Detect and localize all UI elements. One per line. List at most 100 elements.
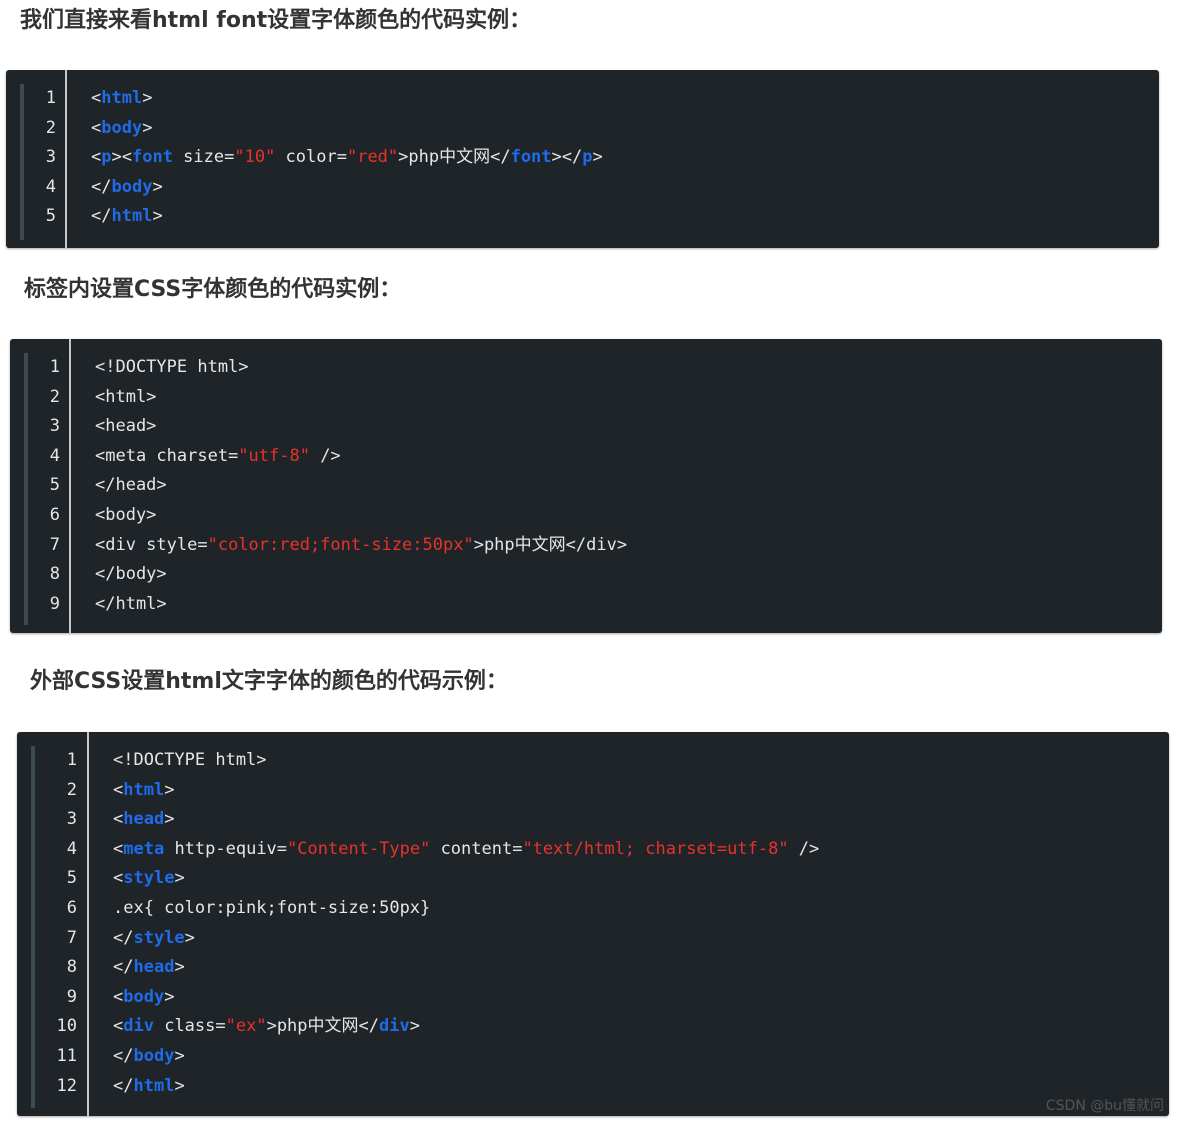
line-number: 3 <box>66 809 77 830</box>
code-token-tag: p <box>582 147 593 168</box>
code-token: </ <box>113 1045 134 1066</box>
code-token: /> <box>788 838 820 859</box>
code-token: .ex{ color:pink;font-size:50px} <box>113 897 431 918</box>
code-token: >< <box>111 147 132 168</box>
code-token-tag: body <box>123 986 165 1007</box>
code-line: 5 </head> <box>10 471 1162 501</box>
code-token-tag: style <box>123 868 175 889</box>
code-token: </ <box>91 176 112 197</box>
code-token-tag: head <box>133 957 175 978</box>
code-token: </ <box>113 957 134 978</box>
code-text: </body> <box>91 173 163 203</box>
code-line: 8 </head> <box>17 953 1169 983</box>
code-lines: 1 <html> 2 <body> 3 <p><font size="10" color=… <box>6 84 1159 232</box>
code-text: </html> <box>95 590 167 620</box>
code-block-external-css: 1 <!DOCTYPE html> 2 <html> 3 <head> 4 <meta htt… <box>17 732 1169 1116</box>
line-number: 2 <box>45 117 56 138</box>
code-token: <body> <box>95 504 157 525</box>
code-text: </head> <box>113 953 185 983</box>
code-token-string: "text/html; charset=utf-8" <box>522 838 789 859</box>
line-number: 4 <box>45 176 56 197</box>
code-text: <head> <box>113 805 174 835</box>
code-token-tag: div <box>379 1016 410 1037</box>
code-token-string: "ex" <box>225 1016 267 1037</box>
code-lines: 1 <!DOCTYPE html> 2 <html> 3 <head> 4 <meta cha… <box>10 353 1162 619</box>
code-text: <style> <box>113 864 185 894</box>
code-token: > <box>164 809 175 830</box>
code-token: > <box>174 868 185 889</box>
code-line: 3 <head> <box>10 412 1162 442</box>
code-line: 10 <div class="ex">php中文网</div> <box>17 1012 1169 1042</box>
code-token-string: "red" <box>346 147 399 168</box>
code-token: < <box>113 1016 124 1037</box>
line-number: 7 <box>49 534 60 555</box>
code-token: > <box>174 1075 185 1096</box>
line-number: 4 <box>49 445 60 466</box>
code-token: > <box>164 986 175 1007</box>
code-line: 1 <!DOCTYPE html> <box>17 746 1169 776</box>
line-number: 8 <box>66 957 77 978</box>
line-number: 6 <box>49 504 60 525</box>
code-line: 3 <p><font size="10" color="red">php中文网</… <box>6 143 1159 173</box>
code-text: <!DOCTYPE html> <box>95 353 249 383</box>
line-number: 4 <box>66 838 77 859</box>
line-number: 12 <box>56 1075 77 1096</box>
code-text: <meta charset="utf-8" /> <box>95 442 341 472</box>
code-line: 6 .ex{ color:pink;font-size:50px} <box>17 894 1169 924</box>
code-token: <div style= <box>95 534 208 555</box>
code-token-string: "utf-8" <box>238 445 310 466</box>
code-text: <!DOCTYPE html> <box>113 746 267 776</box>
code-token-tag: html <box>123 779 165 800</box>
line-number: 9 <box>66 986 77 1007</box>
code-token-string: "Content-Type" <box>287 838 431 859</box>
code-token: class= <box>153 1016 226 1037</box>
section-heading-external-css: 外部CSS设置html文字字体的颜色的代码示例： <box>30 669 508 694</box>
code-text: .ex{ color:pink;font-size:50px} <box>113 894 430 924</box>
code-line: 11 </body> <box>17 1042 1169 1072</box>
line-number: 5 <box>49 475 60 496</box>
code-token: </head> <box>95 475 167 496</box>
code-text: <html> <box>113 776 174 806</box>
code-token-string: "color:red;font-size:50px" <box>207 534 474 555</box>
code-token: > <box>174 957 185 978</box>
code-token-tag: body <box>101 117 143 138</box>
csdn-watermark: CSDN @bu懂就问 <box>1045 1098 1164 1114</box>
code-line: 1 <html> <box>6 84 1159 114</box>
code-token: > <box>409 1016 420 1037</box>
code-lines: 1 <!DOCTYPE html> 2 <html> 3 <head> 4 <meta htt… <box>17 746 1169 1101</box>
code-line: 5 </html> <box>6 202 1159 232</box>
code-token: < <box>113 838 124 859</box>
code-line: 6 <body> <box>10 501 1162 531</box>
code-token: <meta charset= <box>95 445 239 466</box>
code-text: <body> <box>113 983 174 1013</box>
code-token-tag: font <box>131 147 173 168</box>
code-token-tag: html <box>111 206 153 227</box>
code-token: > <box>152 176 163 197</box>
code-token: > <box>142 117 153 138</box>
code-text: <body> <box>91 114 152 144</box>
section-heading-inline-css: 标签内设置CSS字体颜色的代码实例： <box>24 277 402 302</box>
line-number: 5 <box>45 206 56 227</box>
code-token: </ <box>113 1075 134 1096</box>
line-number: 5 <box>66 868 77 889</box>
code-token: > <box>184 927 195 948</box>
code-text: </html> <box>91 202 163 232</box>
code-token: >php中文网</div> <box>473 534 628 555</box>
code-text: <head> <box>95 412 156 442</box>
code-token: </html> <box>95 593 167 614</box>
line-number: 6 <box>66 897 77 918</box>
line-number: 10 <box>56 1016 77 1037</box>
code-text: <p><font size="10" color="red">php中文网</f… <box>91 143 603 173</box>
code-text: <div class="ex">php中文网</div> <box>113 1012 420 1042</box>
section-heading-font-tag: 我们直接来看html font设置字体颜色的代码实例： <box>20 8 532 33</box>
line-number: 9 <box>49 593 60 614</box>
line-number: 1 <box>45 88 56 108</box>
code-text: </style> <box>113 924 195 954</box>
code-text: </body> <box>95 560 167 590</box>
code-token: < <box>91 147 102 168</box>
code-token-tag: style <box>133 927 185 948</box>
code-text: </head> <box>95 471 167 501</box>
code-token: http-equiv= <box>164 838 288 859</box>
code-token: > <box>174 1045 185 1066</box>
code-line: 9 <body> <box>17 983 1169 1013</box>
